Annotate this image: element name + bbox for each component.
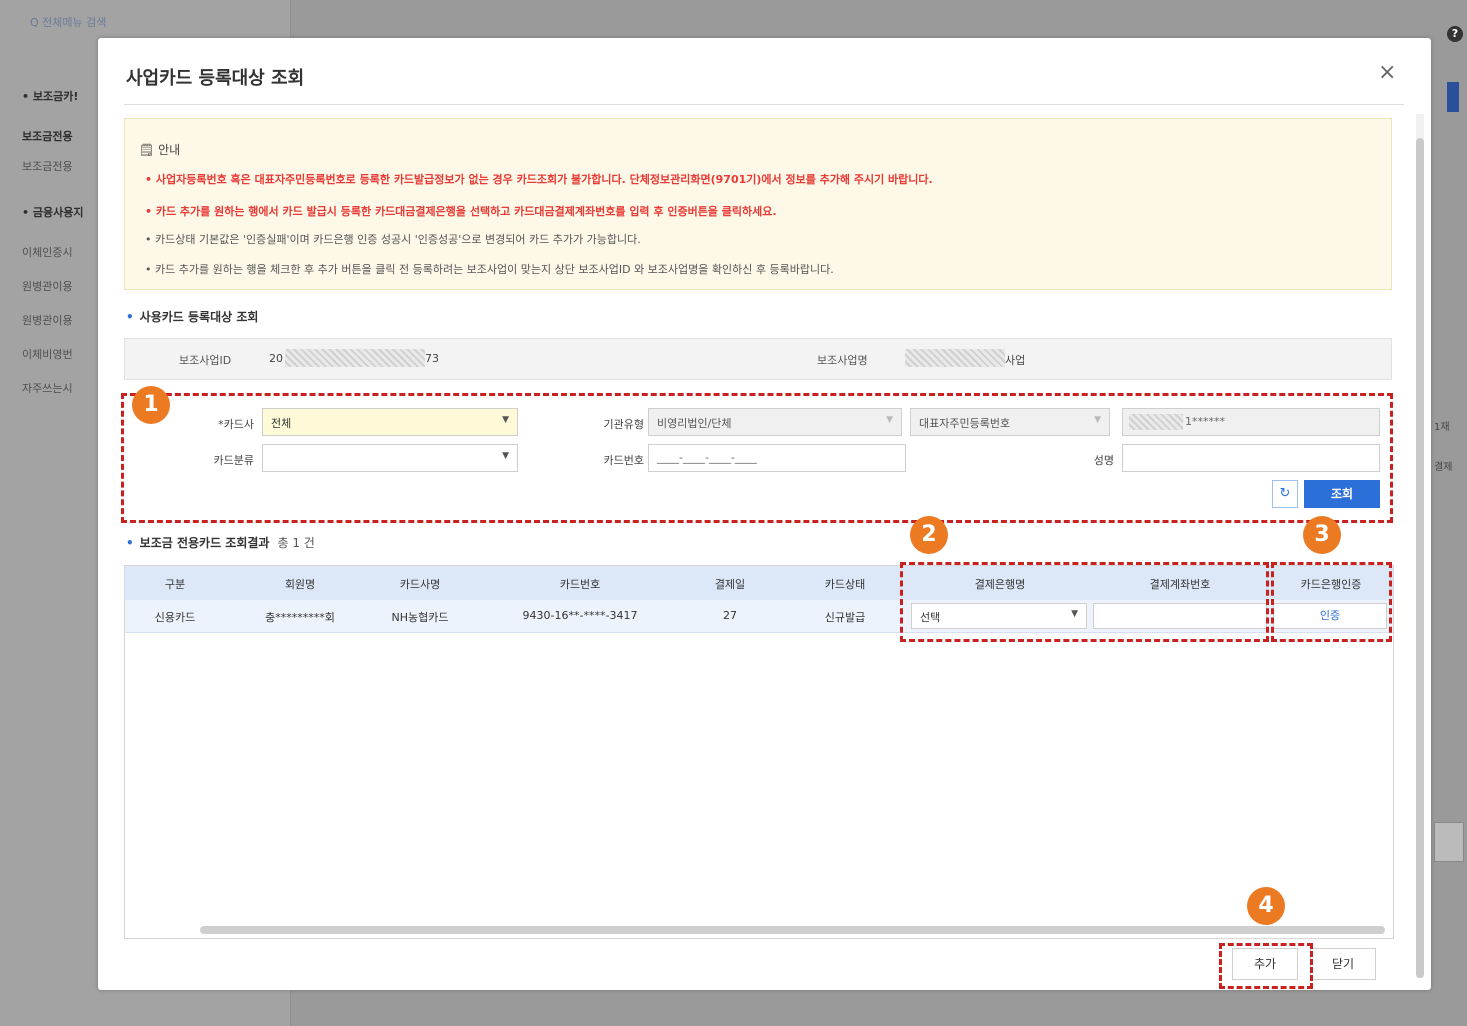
cell-card-company: NH농협카드 — [391, 611, 449, 624]
background-menu-item: 보조금전용 — [22, 160, 73, 173]
highlight-box-auth — [1271, 562, 1392, 642]
cell-pay-day: 27 — [723, 609, 737, 622]
background-menu-item: 자주쓰는시 — [22, 382, 73, 395]
column-header: 회원명 — [284, 578, 316, 591]
background-scroll-button — [1434, 822, 1464, 862]
title-divider — [124, 104, 1404, 105]
bullet-icon: • — [126, 536, 134, 550]
results-section-title: • 보조금 전용카드 조회결과 총 1 건 — [126, 534, 315, 551]
grid-horizontal-scrollbar[interactable] — [200, 926, 1385, 934]
highlight-box-add — [1219, 943, 1313, 989]
project-name-redacted — [905, 349, 1005, 367]
background-menu-item: 원병관이용 — [22, 280, 73, 293]
project-info-box: 보조사업ID 20 73 보조사업명 사업 — [124, 338, 1392, 380]
step-badge: 4 — [1247, 887, 1285, 925]
notice-line: • 카드상태 기본값은 '인증실패'이며 카드은행 인증 성공시 '인증성공'으… — [145, 233, 641, 246]
background-menu-item: 이체인증시 — [22, 246, 73, 259]
column-header: 카드사명 — [399, 578, 441, 591]
notice-icon: 🗒 — [139, 143, 159, 157]
background-menu-item: • 보조금카! — [22, 90, 79, 103]
search-section-title: • 사용카드 등록대상 조회 — [126, 308, 258, 325]
step-badge: 1 — [132, 386, 170, 424]
background-blue-button — [1447, 82, 1459, 112]
project-id-suffix: 73 — [425, 352, 439, 365]
cell-type: 신용카드 — [154, 611, 196, 624]
help-icon: ? — [1447, 26, 1463, 42]
notice-line: • 카드 추가를 원하는 행에서 카드 발급시 등록한 카드대금결제은행을 선택… — [145, 205, 777, 218]
background-menu-item: 원병관이용 — [22, 314, 73, 327]
project-name-label: 보조사업명 — [817, 354, 868, 367]
project-id-label: 보조사업ID — [179, 354, 232, 367]
cell-member: 충*********회 — [265, 611, 335, 624]
results-title-text: 보조금 전용카드 조회결과 — [139, 536, 270, 550]
column-header: 결제일 — [714, 578, 746, 591]
notice-title: 🗒 안내 — [139, 141, 180, 158]
notice-line: • 카드 추가를 원하는 행을 체크한 후 추가 버튼을 클릭 전 등록하려는 … — [145, 263, 834, 276]
column-header: 카드상태 — [824, 578, 866, 591]
bullet-icon: • — [126, 310, 134, 324]
background-menu-item: 보조금전용 — [22, 130, 73, 143]
close-button[interactable]: 닫기 — [1310, 948, 1376, 980]
project-id-redacted — [285, 349, 425, 367]
highlight-box-bank — [900, 562, 1269, 642]
project-id-prefix: 20 — [269, 352, 283, 365]
background-search: Q 전체메뉴 검색 — [30, 16, 107, 29]
background-right-text: 1재 — [1434, 422, 1450, 433]
modal-title: 사업카드 등록대상 조회 — [126, 68, 305, 89]
column-header: 구분 — [164, 578, 186, 591]
background-menu-item: 이체비영번 — [22, 348, 73, 361]
cell-status: 신규발급 — [824, 611, 866, 624]
search-section-title-text: 사용카드 등록대상 조회 — [139, 310, 259, 324]
notice-title-text: 안내 — [158, 143, 181, 157]
background-menu-item: • 금융사용지 — [22, 206, 84, 219]
column-header: 카드번호 — [559, 578, 601, 591]
step-badge: 3 — [1303, 516, 1341, 554]
background-right-text: 결제 — [1434, 462, 1453, 473]
project-name-suffix: 사업 — [1005, 354, 1026, 367]
close-icon[interactable]: × — [1378, 60, 1396, 85]
notice-box: 🗒 안내 • 사업자등록번호 혹은 대표자주민등록번호로 등록한 카드발급정보가… — [124, 118, 1392, 290]
step-badge: 2 — [910, 516, 948, 554]
modal-scrollbar[interactable] — [1416, 138, 1424, 978]
highlight-box-filters — [121, 393, 1393, 523]
results-count: 총 1 건 — [277, 536, 315, 550]
cell-card-number: 9430-16**-****-3417 — [522, 609, 638, 622]
notice-line: • 사업자등록번호 혹은 대표자주민등록번호로 등록한 카드발급정보가 없는 경… — [145, 173, 933, 186]
